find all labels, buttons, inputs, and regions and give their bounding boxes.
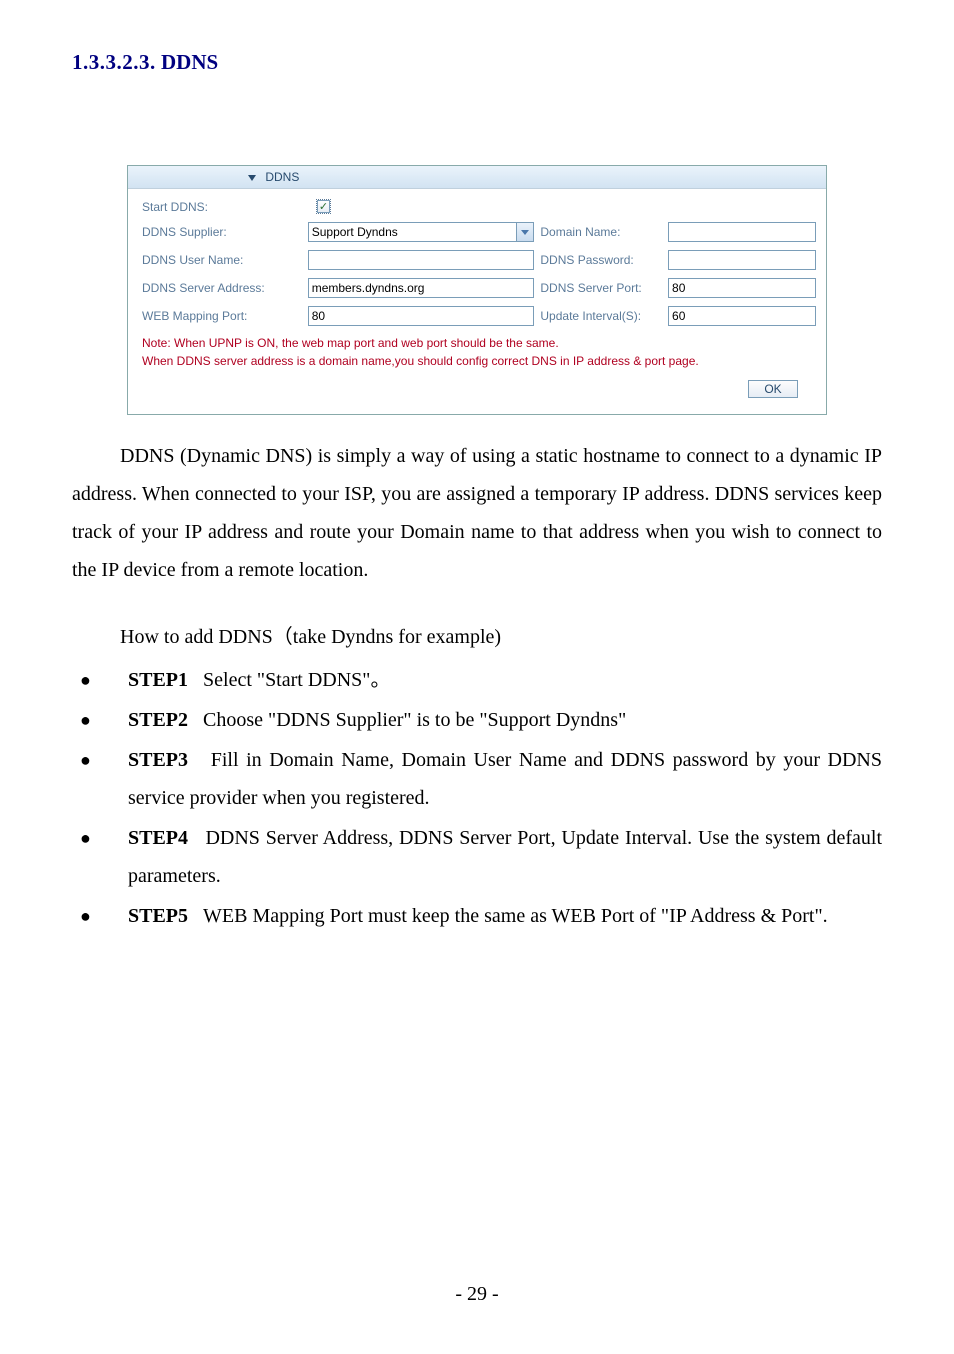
- howto-line: How to add DDNS（take Dyndns for example): [120, 617, 882, 657]
- ddns-panel-header[interactable]: DDNS: [128, 166, 826, 189]
- step-5-label: STEP5: [128, 905, 188, 927]
- label-web-mapping-port: WEB Mapping Port:: [142, 309, 308, 323]
- row-server-address-port: DDNS Server Address: DDNS Server Port:: [142, 278, 816, 298]
- step-3: STEP3 Fill in Domain Name, Domain User N…: [72, 741, 882, 817]
- page-number: - 29 -: [0, 1283, 954, 1306]
- label-password: DDNS Password:: [534, 253, 668, 267]
- step-2: STEP2 Choose "DDNS Supplier" is to be "S…: [72, 701, 882, 739]
- ddns-supplier-select[interactable]: Support Dyndns: [308, 222, 534, 242]
- step-2-text: Choose "DDNS Supplier" is to be "Support…: [203, 709, 626, 731]
- step-3-label: STEP3: [128, 749, 188, 771]
- heading-number: 1.3.3.2.3.: [72, 50, 156, 74]
- ddns-username-input[interactable]: [308, 250, 534, 270]
- section-heading: 1.3.3.2.3. DDNS: [72, 50, 882, 75]
- row-webmap-update: WEB Mapping Port: Update Interval(S):: [142, 306, 816, 326]
- dropdown-button[interactable]: [516, 223, 533, 241]
- web-mapping-port-input[interactable]: [308, 306, 534, 326]
- step-4-label: STEP4: [128, 827, 188, 849]
- steps-list: STEP1 Select "Start DDNS"。 STEP2 Choose …: [72, 661, 882, 935]
- step-2-label: STEP2: [128, 709, 188, 731]
- step-1-text: Select "Start DDNS"。: [203, 669, 390, 691]
- start-ddns-checkbox[interactable]: ✓: [316, 199, 331, 214]
- domain-name-input[interactable]: [668, 222, 816, 242]
- step-4: STEP4 DDNS Server Address, DDNS Server P…: [72, 819, 882, 895]
- step-3-text: Fill in Domain Name, Domain User Name an…: [128, 749, 882, 809]
- description-paragraph: DDNS (Dynamic DNS) is simply a way of us…: [72, 437, 882, 589]
- ddns-panel: DDNS Start DDNS: ✓ DDNS Supplier: Suppor…: [127, 165, 827, 415]
- label-server-address: DDNS Server Address:: [142, 281, 308, 295]
- label-update-interval: Update Interval(S):: [534, 309, 668, 323]
- panel-title: DDNS: [265, 170, 299, 184]
- note-line-2: When DDNS server address is a domain nam…: [142, 352, 816, 370]
- label-server-port: DDNS Server Port:: [534, 281, 668, 295]
- update-interval-input[interactable]: [668, 306, 816, 326]
- label-user-name: DDNS User Name:: [142, 253, 308, 267]
- ddns-password-input[interactable]: [668, 250, 816, 270]
- ddns-panel-body: Start DDNS: ✓ DDNS Supplier: Support Dyn…: [128, 189, 826, 414]
- step-4-text: DDNS Server Address, DDNS Server Port, U…: [128, 827, 882, 887]
- check-icon: ✓: [317, 200, 330, 213]
- step-1: STEP1 Select "Start DDNS"。: [72, 661, 882, 699]
- ok-row: OK: [142, 370, 816, 406]
- step-5: STEP5 WEB Mapping Port must keep the sam…: [72, 897, 882, 935]
- step-5-text: WEB Mapping Port must keep the same as W…: [203, 905, 828, 927]
- row-start-ddns: Start DDNS: ✓: [142, 199, 816, 214]
- label-start-ddns: Start DDNS:: [142, 200, 316, 214]
- note-line-1: Note: When UPNP is ON, the web map port …: [142, 334, 816, 352]
- label-supplier: DDNS Supplier:: [142, 225, 308, 239]
- label-domain-name: Domain Name:: [534, 225, 668, 239]
- ddns-server-address-input[interactable]: [308, 278, 534, 298]
- ddns-server-port-input[interactable]: [668, 278, 816, 298]
- row-supplier-domain: DDNS Supplier: Support Dyndns Domain Nam…: [142, 222, 816, 242]
- row-username-password: DDNS User Name: DDNS Password:: [142, 250, 816, 270]
- step-1-label: STEP1: [128, 669, 188, 691]
- chevron-down-icon: [248, 175, 256, 181]
- ddns-supplier-value: Support Dyndns: [309, 223, 516, 241]
- ok-button[interactable]: OK: [748, 380, 798, 398]
- chevron-down-icon: [521, 230, 529, 235]
- note-block: Note: When UPNP is ON, the web map port …: [142, 334, 816, 370]
- heading-title: DDNS: [161, 50, 218, 74]
